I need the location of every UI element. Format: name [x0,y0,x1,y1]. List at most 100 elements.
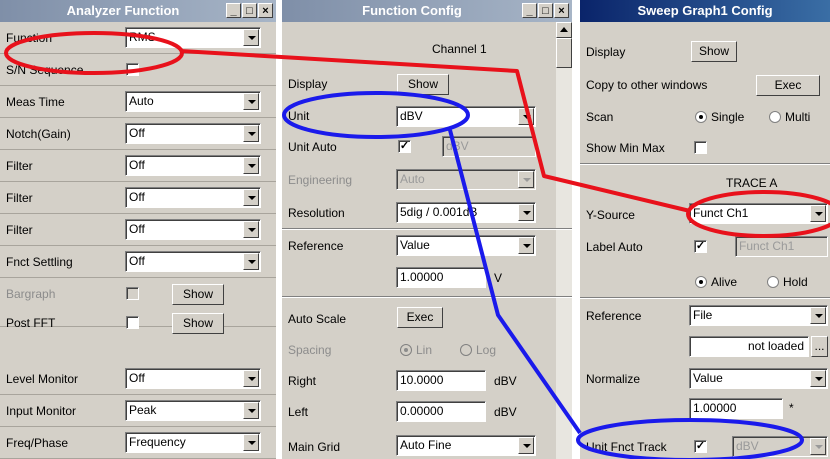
maingrid-select[interactable]: Auto Fine [396,435,536,456]
copy-exec-button[interactable]: Exec [756,75,820,96]
chevron-down-icon[interactable] [243,434,259,451]
unit-value: dBV [400,109,423,123]
maximize-button[interactable]: □ [538,3,553,18]
filter-select-1[interactable]: Off [125,155,261,176]
chevron-down-icon[interactable] [243,402,259,419]
postfft-checkbox[interactable] [126,316,139,329]
reference-select[interactable]: File [689,305,828,326]
minimize-button[interactable]: _ [226,3,241,18]
chevron-down-icon[interactable] [810,370,826,387]
resolution-label: Resolution [288,206,345,220]
bargraph-show-button[interactable]: Show [172,284,224,305]
left-unit: dBV [494,405,517,419]
chevron-down-icon[interactable] [243,125,259,142]
left-label: Left [288,405,309,419]
chevron-down-icon[interactable] [243,93,259,110]
engineering-select: Auto [396,169,536,190]
minmax-checkbox[interactable] [694,141,707,154]
labelauto-label: Label Auto [586,240,643,254]
display-show-button[interactable]: Show [397,74,449,95]
filter-label-1: Filter [6,159,33,173]
sweep-graph-config-titlebar[interactable]: Sweep Graph1 Config [580,0,830,22]
input-monitor-row: Input Monitor Peak [0,395,276,427]
filter-label-3: Filter [6,223,33,237]
reference-number-input[interactable]: 1.00000 [396,267,486,288]
chevron-down-icon[interactable] [243,370,259,387]
display-show-button[interactable]: Show [691,41,737,62]
reference-value: Value [400,238,430,252]
chevron-down-icon[interactable] [810,205,826,222]
engineering-value: Auto [400,172,425,186]
labelauto-checkbox[interactable]: ✓ [694,240,707,253]
spacing-lin-radio[interactable] [400,344,412,356]
meas-time-select[interactable]: Auto [125,91,261,112]
unit-auto-checkbox[interactable]: ✓ [398,140,411,153]
meas-time-label: Meas Time [6,95,65,109]
minimize-button[interactable]: _ [522,3,537,18]
spacing-log-radio[interactable] [460,344,472,356]
scan-single-label: Single [711,110,745,124]
reference-select[interactable]: Value [396,235,536,256]
notch-select[interactable]: Off [125,123,261,144]
scan-multi-radio[interactable] [769,111,781,123]
close-button[interactable]: × [554,3,569,18]
freq-phase-select[interactable]: Frequency [125,432,261,453]
freq-phase-value: Frequency [129,435,186,449]
normalize-number-input[interactable]: 1.00000 [689,398,783,419]
scroll-thumb[interactable] [556,38,572,68]
chevron-down-icon[interactable] [518,204,534,221]
reference-label: Reference [586,309,642,323]
chevron-down-icon[interactable] [810,307,826,324]
freq-phase-row: Freq/Phase Frequency [0,427,276,459]
input-monitor-label: Input Monitor [6,404,77,418]
maingrid-label: Main Grid [288,440,341,454]
bargraph-checkbox[interactable] [126,287,139,300]
resolution-select[interactable]: 5dig / 0.001dB [396,202,536,223]
level-monitor-select[interactable]: Off [125,368,261,389]
right-input[interactable]: 10.0000 [396,370,486,391]
filter-row-3: Filter Off [0,214,276,246]
fnct-settling-select[interactable]: Off [125,251,261,272]
engineering-label: Engineering [288,173,353,187]
input-monitor-select[interactable]: Peak [125,400,261,421]
chevron-down-icon[interactable] [243,253,259,270]
maximize-button[interactable]: □ [242,3,257,18]
analyzer-function-titlebar[interactable]: Analyzer Function _ □ × [0,0,276,22]
fnct-settling-value: Off [129,254,145,268]
chevron-down-icon[interactable] [243,29,259,46]
chevron-down-icon[interactable] [243,157,259,174]
left-input[interactable]: 0.00000 [396,401,486,422]
browse-button[interactable]: ... [811,336,828,357]
filter-value-1: Off [129,158,145,172]
chevron-down-icon[interactable] [243,189,259,206]
function-select[interactable]: RMS [125,27,261,48]
postfft-label: Post FFT [6,316,56,330]
function-config-titlebar[interactable]: Function Config _ □ × [282,0,572,22]
postfft-show-button[interactable]: Show [172,313,224,334]
hold-radio[interactable] [767,276,779,288]
scan-single-radio[interactable] [695,111,707,123]
scroll-up-icon[interactable] [556,22,572,38]
alive-label: Alive [711,275,738,289]
sn-sequence-checkbox[interactable] [126,63,139,76]
chevron-down-icon[interactable] [518,437,534,454]
chevron-down-icon [518,171,534,188]
unittrack-checkbox[interactable]: ✓ [694,440,707,453]
chevron-down-icon[interactable] [243,221,259,238]
chevron-down-icon[interactable] [518,237,534,254]
alive-radio[interactable] [695,276,707,288]
unit-select[interactable]: dBV [396,106,536,127]
normalize-select[interactable]: Value [689,368,828,389]
minmax-label: Show Min Max [586,141,665,155]
filter-select-3[interactable]: Off [125,219,261,240]
normalize-value: Value [693,371,723,385]
close-button[interactable]: × [258,3,273,18]
unit-label: Unit [288,109,310,123]
ysource-select[interactable]: Funct Ch1 [689,203,828,224]
autoscale-exec-button[interactable]: Exec [397,307,443,328]
divider [580,163,830,165]
chevron-down-icon[interactable] [518,108,534,125]
filter-select-2[interactable]: Off [125,187,261,208]
sn-sequence-label: S/N Sequence [6,63,84,77]
vertical-scrollbar[interactable] [556,22,572,459]
